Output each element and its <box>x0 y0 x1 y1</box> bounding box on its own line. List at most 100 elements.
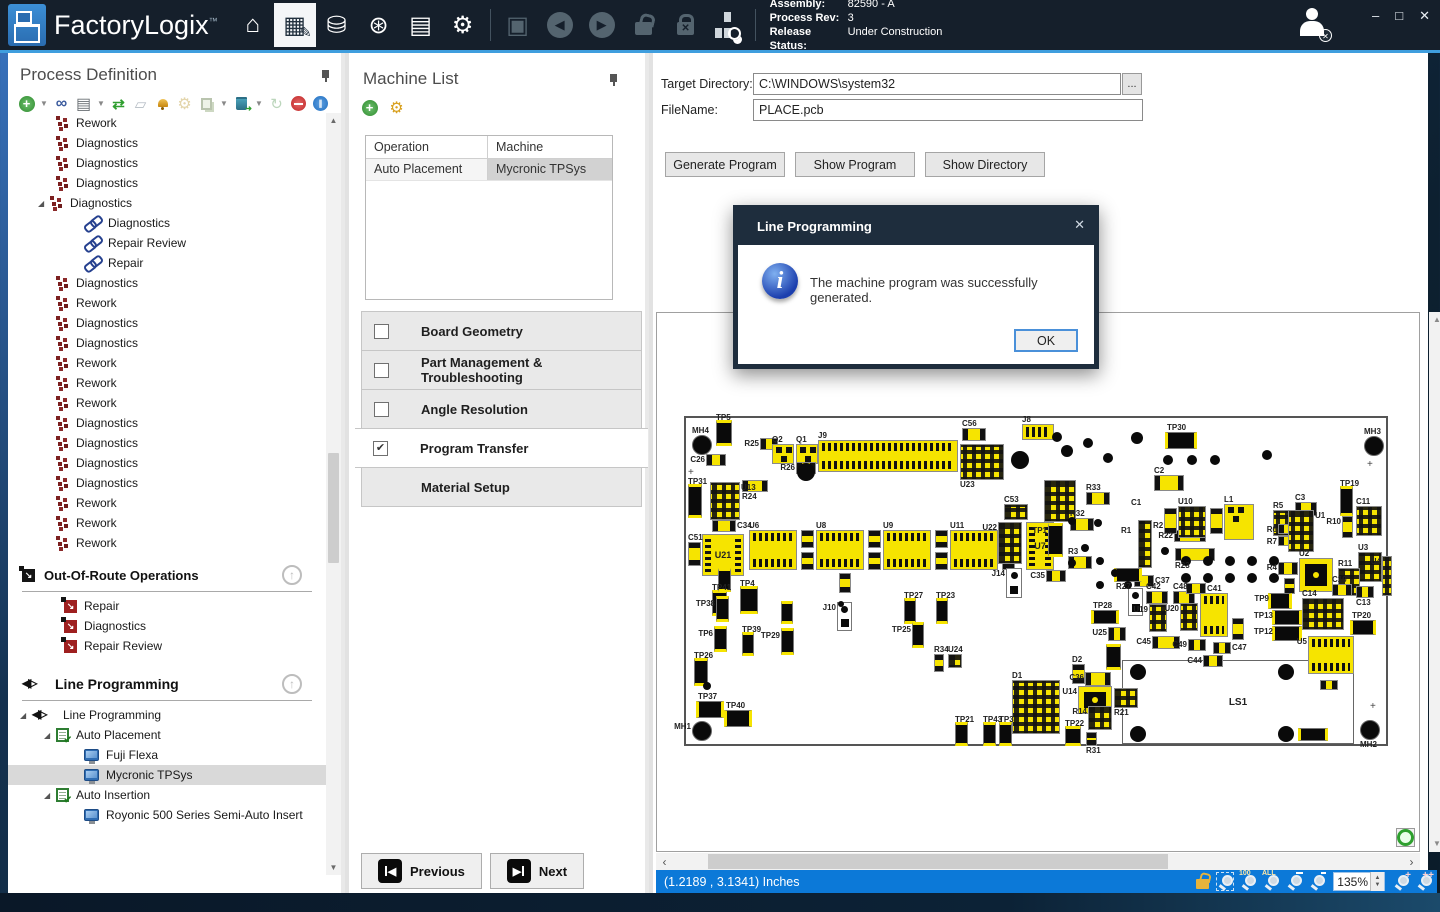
tree-item[interactable]: ◢ Rework <box>8 373 326 393</box>
tree-item[interactable]: ◢ Rework <box>8 493 326 513</box>
tree-item[interactable]: ◢ Diagnostics <box>8 173 326 193</box>
viewer-overview-button[interactable] <box>1396 828 1415 847</box>
step-checkbox[interactable] <box>374 402 389 417</box>
zoom-all-icon[interactable]: ALL <box>1264 874 1278 889</box>
tree-item[interactable]: ◢ Diagnostics <box>8 433 326 453</box>
wizard-step[interactable]: Program Transfer <box>355 428 648 468</box>
tree-item[interactable]: ◢ Diagnostics <box>8 273 326 293</box>
viewer-scroll-right-icon[interactable]: › <box>1403 855 1420 869</box>
tree-item[interactable]: Diagnostics <box>8 616 326 636</box>
tree-item[interactable]: ◢ Repair <box>8 253 326 273</box>
stop-icon[interactable] <box>290 95 307 112</box>
collapse-up-icon[interactable]: ↑ <box>282 565 302 585</box>
find-icon[interactable]: ∞ <box>53 95 70 112</box>
tree-item[interactable]: ◢ Rework <box>8 353 326 373</box>
lock-cancel-icon[interactable]: ✕ <box>665 3 707 47</box>
tree-item[interactable]: ◢ Royonic 500 Series Semi-Auto Insert <box>8 805 326 825</box>
back-icon[interactable]: ◀ <box>539 3 581 47</box>
wizard-step[interactable]: Part Management & Troubleshooting <box>361 350 642 390</box>
forward-icon[interactable]: ▶ <box>581 3 623 47</box>
pin-icon[interactable] <box>321 69 331 82</box>
out-of-route-header[interactable]: Out-Of-Route Operations ↑ <box>8 561 326 589</box>
viewer-horizontal-scrollbar[interactable]: ‹ › <box>656 853 1420 870</box>
unlock-icon[interactable] <box>623 3 665 47</box>
collapse-up-icon2[interactable]: ↑ <box>282 674 302 694</box>
show-directory-button[interactable]: Show Directory <box>925 152 1045 177</box>
tree-item[interactable]: ◢ Rework <box>8 293 326 313</box>
tree-item[interactable]: ◢ Fuji Flexa <box>8 745 326 765</box>
delete-icon[interactable] <box>233 95 250 112</box>
left-scrollbar[interactable]: ▲ ▼ <box>326 113 341 875</box>
tree-item[interactable]: ◢ Diagnostics <box>8 453 326 473</box>
zoom-out-small-icon[interactable] <box>1310 874 1324 889</box>
tree-item[interactable]: ◢ Diagnostics <box>8 193 326 213</box>
tree-item[interactable]: ◢ Rework <box>8 513 326 533</box>
scrollbar-thumb[interactable] <box>328 453 339 563</box>
viewer-scroll-left-icon[interactable]: ‹ <box>656 855 673 869</box>
viewer-hscroll-thumb[interactable] <box>708 854 1168 869</box>
close-button[interactable]: ✕ <box>1419 8 1430 24</box>
process-audit-icon[interactable] <box>707 3 749 47</box>
step-checkbox[interactable] <box>374 324 389 339</box>
expander-icon[interactable]: ◢ <box>44 791 56 800</box>
machine-settings-icon[interactable]: ⚙ <box>388 99 405 116</box>
reroute-icon[interactable]: ⇄ <box>110 95 127 112</box>
tree-item[interactable]: ◢ Diagnostics <box>8 213 326 233</box>
tree-item[interactable]: ◢ Diagnostics <box>8 413 326 433</box>
process-definition-icon[interactable]: ▦✎ <box>274 3 316 47</box>
scroll-down-icon[interactable]: ▼ <box>326 860 341 875</box>
add-machine-button[interactable]: + <box>361 99 378 116</box>
expander-icon[interactable]: ◢ <box>38 199 50 208</box>
wizard-step[interactable]: Material Setup <box>361 467 642 507</box>
tree-item[interactable]: ◢ Auto Placement <box>8 725 326 745</box>
bell-icon[interactable] <box>154 95 171 112</box>
tree-item[interactable]: Repair Review <box>8 636 326 656</box>
wizard-step[interactable]: Angle Resolution <box>361 389 642 429</box>
reports-icon[interactable]: ▤ <box>400 3 442 47</box>
viewer-vertical-scrollbar[interactable]: ▲ ▼ <box>1429 312 1440 852</box>
tree-item[interactable]: ◢ Repair Review <box>8 233 326 253</box>
tree-item[interactable]: ◢ Mycronic TPSys <box>8 765 326 785</box>
previous-button[interactable]: ◀ Previous <box>361 853 482 889</box>
filename-input[interactable] <box>753 99 1143 121</box>
tree-item[interactable]: ◢ Diagnostics <box>8 153 326 173</box>
materials-icon[interactable]: ⛁ <box>316 3 358 47</box>
expander-icon[interactable]: ◢ <box>20 711 32 720</box>
tree-item[interactable]: ◢ Rework <box>8 393 326 413</box>
show-program-button[interactable]: Show Program <box>795 152 915 177</box>
wizard-step[interactable]: Board Geometry <box>361 311 642 351</box>
zoom-spinner[interactable]: ▲▼ <box>1370 872 1384 891</box>
tree-item[interactable]: ◢ Diagnostics <box>8 313 326 333</box>
add-operation-button[interactable]: + <box>18 95 35 112</box>
tree-item[interactable]: Repair <box>8 596 326 616</box>
scroll-up-icon[interactable]: ▲ <box>326 113 341 128</box>
tree-item[interactable]: ◢ Line Programming <box>8 705 326 725</box>
machine-row[interactable]: Auto Placement Mycronic TPSys <box>366 159 612 181</box>
pcb-viewer[interactable]: MH4TP5C26R25Q2Q1R26J9C56U23J8TP30MH3TP31… <box>656 312 1420 852</box>
settings-gear-icon[interactable]: ⚙ <box>442 3 484 47</box>
print-dropdown-icon[interactable]: ▼ <box>97 99 105 108</box>
zoom-100-icon[interactable]: 100 <box>1241 874 1255 889</box>
viewer-scroll-down-icon[interactable]: ▼ <box>1429 836 1440 852</box>
delete-dropdown-icon[interactable]: ▼ <box>255 99 263 108</box>
zoom-in-fast-icon[interactable]: ++ <box>1417 874 1431 889</box>
tree-item[interactable]: ◢ Auto Insertion <box>8 785 326 805</box>
add-dropdown-icon[interactable]: ▼ <box>40 99 48 108</box>
tree-item[interactable]: ◢ Diagnostics <box>8 333 326 353</box>
generate-program-button[interactable]: Generate Program <box>665 152 785 177</box>
expander-icon[interactable]: ◢ <box>44 731 56 740</box>
minimize-button[interactable]: – <box>1372 8 1379 24</box>
ok-button[interactable]: OK <box>1014 329 1078 352</box>
tree-item[interactable]: ◢ Diagnostics <box>8 473 326 493</box>
print-icon[interactable]: ▤ <box>75 95 92 112</box>
step-checkbox[interactable] <box>373 441 388 456</box>
zoom-level-box[interactable]: 135% ▲▼ <box>1333 872 1385 891</box>
save-icon[interactable]: ▣ <box>497 3 539 47</box>
step-checkbox[interactable] <box>374 363 389 378</box>
zoom-out-icon[interactable] <box>1287 874 1301 889</box>
distribute-icon[interactable]: ⊛ <box>358 3 400 47</box>
zoom-lock-icon[interactable] <box>1196 879 1209 889</box>
dialog-close-icon[interactable]: ✕ <box>1074 217 1085 233</box>
zoom-window-icon[interactable] <box>1218 874 1232 889</box>
viewer-scroll-up-icon[interactable]: ▲ <box>1429 312 1440 328</box>
